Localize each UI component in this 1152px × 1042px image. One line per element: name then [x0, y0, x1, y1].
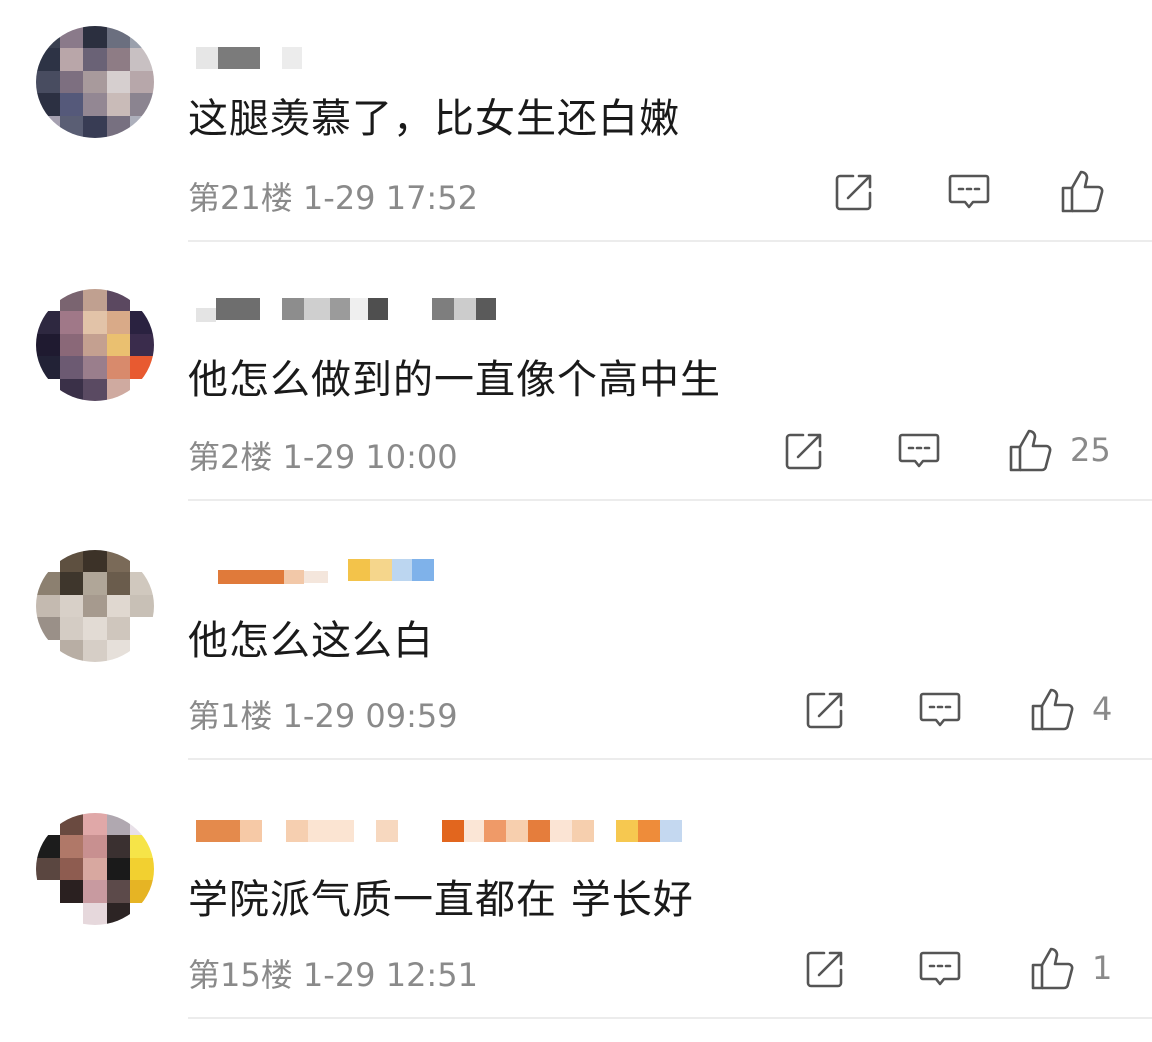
comment-icon	[948, 174, 990, 209]
share-icon	[785, 433, 822, 470]
reply-button[interactable]	[947, 172, 991, 212]
timestamp: 1-29 12:51	[302, 956, 478, 994]
divider	[188, 758, 1152, 760]
timestamp: 1-29 10:00	[282, 438, 458, 476]
avatar[interactable]	[36, 289, 154, 401]
reply-button[interactable]	[918, 949, 962, 989]
share-button[interactable]	[805, 949, 847, 989]
username-blurred[interactable]	[196, 813, 682, 849]
username-blurred[interactable]	[196, 40, 302, 76]
comment-text: 学院派气质一直都在 学长好	[188, 877, 694, 923]
avatar[interactable]	[36, 550, 154, 662]
comment-meta: 第1楼 1-29 09:59	[188, 691, 458, 737]
username-blurred[interactable]	[196, 552, 434, 588]
comment-item: 学院派气质一直都在 学长好 第15楼 1-29 12:51 1	[0, 777, 1152, 1036]
comment-icon	[919, 951, 961, 986]
thumbs-up-icon	[1031, 688, 1074, 731]
divider	[188, 499, 1152, 501]
comment-icon	[919, 692, 961, 727]
comment-icon	[898, 433, 940, 468]
like-count: 25	[1070, 431, 1111, 469]
comment-text: 他怎么这么白	[188, 618, 434, 664]
comment-item: 这腿羡慕了，比女生还白嫩 第21楼 1-29 17:52	[0, 0, 1152, 259]
comment-meta: 第21楼 1-29 17:52	[188, 173, 478, 219]
share-button[interactable]	[784, 431, 826, 471]
share-button[interactable]	[834, 172, 876, 212]
avatar[interactable]	[36, 813, 154, 925]
username-blurred[interactable]	[196, 291, 496, 327]
like-button[interactable]: 1	[1030, 945, 1112, 991]
thumbs-up-icon	[1061, 170, 1104, 213]
timestamp: 1-29 09:59	[282, 697, 458, 735]
floor-label: 第1楼	[188, 697, 273, 735]
like-button[interactable]: 4	[1030, 686, 1112, 732]
comment-meta: 第2楼 1-29 10:00	[188, 432, 458, 478]
comment-meta: 第15楼 1-29 12:51	[188, 950, 478, 996]
timestamp: 1-29 17:52	[302, 179, 478, 217]
thumbs-up-icon	[1009, 429, 1052, 472]
like-count: 1	[1092, 949, 1113, 987]
like-count: 4	[1092, 690, 1113, 728]
share-icon	[835, 174, 872, 211]
reply-button[interactable]	[897, 431, 941, 471]
divider	[188, 240, 1152, 242]
share-icon	[806, 951, 843, 988]
avatar[interactable]	[36, 26, 154, 138]
floor-label: 第2楼	[188, 438, 273, 476]
comment-item: 他怎么做到的一直像个高中生 第2楼 1-29 10:00 25	[0, 259, 1152, 518]
like-button[interactable]: 25	[1008, 427, 1111, 473]
divider	[188, 1017, 1152, 1019]
thumbs-up-icon	[1031, 947, 1074, 990]
comment-text: 这腿羡慕了，比女生还白嫩	[188, 96, 680, 142]
like-button[interactable]	[1060, 168, 1122, 214]
reply-button[interactable]	[918, 690, 962, 730]
share-button[interactable]	[805, 690, 847, 730]
comment-text: 他怎么做到的一直像个高中生	[188, 357, 721, 403]
floor-label: 第21楼	[188, 179, 293, 217]
floor-label: 第15楼	[188, 956, 293, 994]
comment-item: 他怎么这么白 第1楼 1-29 09:59 4	[0, 518, 1152, 777]
share-icon	[806, 692, 843, 729]
